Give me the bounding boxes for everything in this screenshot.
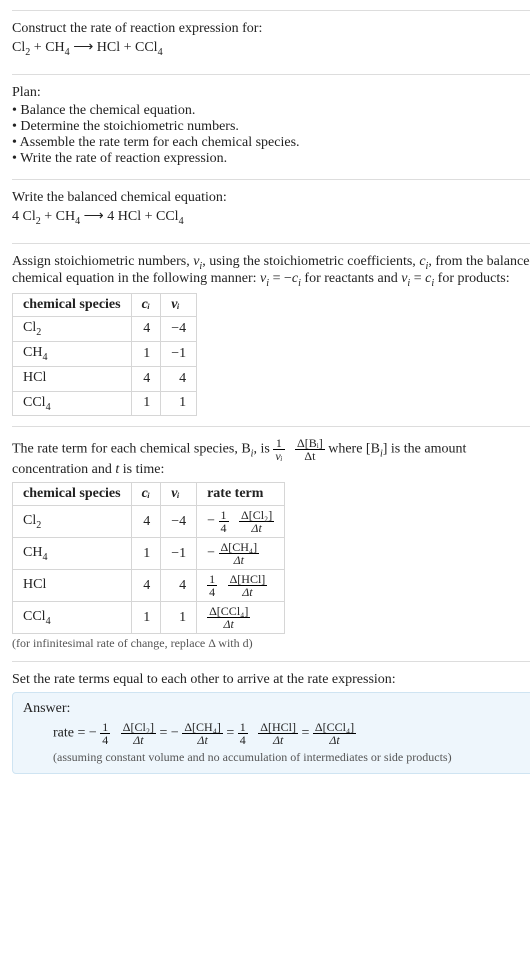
col-species: chemical species	[13, 483, 132, 506]
unbalanced-equation: Cl2 + CH4 ⟶ HCl + CCl4	[12, 39, 530, 58]
plan-item: Write the rate of reaction expression.	[12, 151, 530, 167]
prompt-section: Construct the rate of reaction expressio…	[12, 10, 530, 74]
table-row: HCl 4 4	[13, 366, 197, 391]
plan-section: Plan: Balance the chemical equation. Det…	[12, 74, 530, 179]
table-row: chemical species cᵢ νᵢ rate term	[13, 483, 285, 506]
col-c: cᵢ	[131, 483, 161, 506]
coef-fraction: 1νᵢ	[273, 437, 284, 462]
final-heading: Set the rate terms equal to each other t…	[12, 672, 530, 688]
rateterm-note: (for infinitesimal rate of change, repla…	[12, 636, 530, 651]
rateterm-section: The rate term for each chemical species,…	[12, 426, 530, 661]
stoich-intro: Assign stoichiometric numbers, νi, using…	[12, 254, 530, 290]
plan-heading: Plan:	[12, 85, 530, 101]
col-rate: rate term	[197, 483, 285, 506]
rate-fraction: Δ[Bᵢ]Δt	[295, 437, 325, 462]
balanced-section: Write the balanced chemical equation: 4 …	[12, 179, 530, 243]
rateterm-intro: The rate term for each chemical species,…	[12, 437, 530, 478]
final-section: Set the rate terms equal to each other t…	[12, 661, 530, 784]
plan-item: Determine the stoichiometric numbers.	[12, 119, 530, 135]
table-row: chemical species cᵢ νᵢ	[13, 294, 197, 317]
stoich-section: Assign stoichiometric numbers, νi, using…	[12, 243, 530, 427]
table-row: CCl4 1 1	[13, 391, 197, 416]
col-nu: νᵢ	[161, 483, 197, 506]
answer-note: (assuming constant volume and no accumul…	[23, 750, 530, 765]
table-row: CH4 1 −1 − Δ[CH₄]Δt	[13, 538, 285, 570]
table-row: CCl4 1 1 Δ[CCl₄]Δt	[13, 602, 285, 634]
answer-label: Answer:	[23, 701, 530, 717]
col-nu: νᵢ	[161, 294, 197, 317]
col-c: cᵢ	[131, 294, 161, 317]
table-row: CH4 1 −1	[13, 341, 197, 366]
balanced-equation: 4 Cl2 + CH4 ⟶ 4 HCl + CCl4	[12, 208, 530, 227]
prompt-title: Construct the rate of reaction expressio…	[12, 21, 530, 37]
answer-equation: rate = − 14 Δ[Cl₂]Δt = − Δ[CH₄]Δt = 14 Δ…	[23, 721, 530, 746]
plan-item: Balance the chemical equation.	[12, 103, 530, 119]
plan-item: Assemble the rate term for each chemical…	[12, 135, 530, 151]
table-row: Cl2 4 −4	[13, 317, 197, 342]
plan-list: Balance the chemical equation. Determine…	[12, 103, 530, 167]
col-species: chemical species	[13, 294, 132, 317]
stoich-table: chemical species cᵢ νᵢ Cl2 4 −4 CH4 1 −1…	[12, 293, 197, 416]
rateterm-table: chemical species cᵢ νᵢ rate term Cl2 4 −…	[12, 482, 285, 634]
table-row: HCl 4 4 14 Δ[HCl]Δt	[13, 570, 285, 602]
balanced-heading: Write the balanced chemical equation:	[12, 190, 530, 206]
answer-box: Answer: rate = − 14 Δ[Cl₂]Δt = − Δ[CH₄]Δ…	[12, 692, 530, 774]
table-row: Cl2 4 −4 − 14 Δ[Cl₂]Δt	[13, 506, 285, 538]
